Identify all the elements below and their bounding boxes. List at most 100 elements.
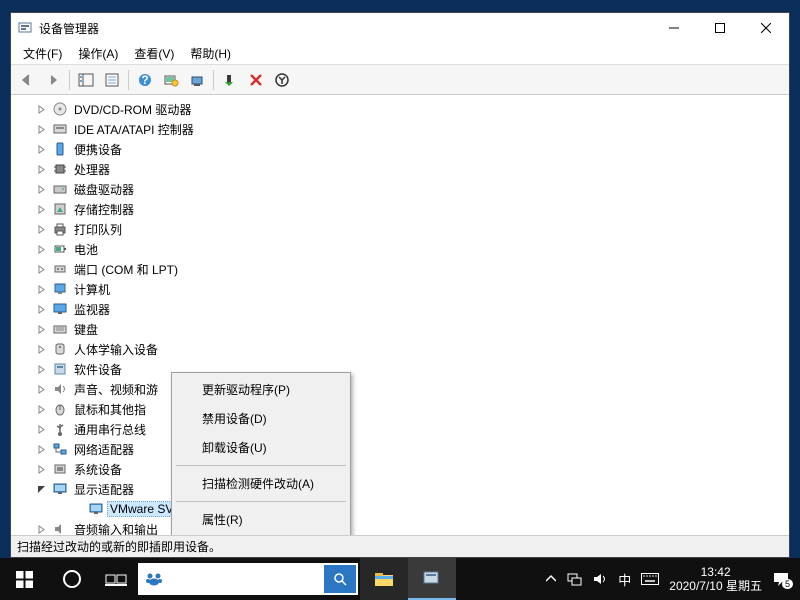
context-menu-item[interactable]: 扫描检测硬件改动(A) [174, 469, 348, 498]
statusbar: 扫描经过改动的或新的即插即用设备。 [11, 535, 789, 557]
expander-icon[interactable] [35, 463, 47, 475]
disable-device-button[interactable] [270, 68, 294, 92]
action-center-icon[interactable]: 5 [772, 570, 790, 588]
expander-icon[interactable] [35, 163, 47, 175]
node-label: 磁盘驱动器 [71, 180, 137, 199]
menu-view[interactable]: 查看(V) [126, 43, 182, 64]
tree-node[interactable]: 通用串行总线 [11, 419, 789, 439]
taskbar-explorer[interactable] [360, 558, 408, 600]
context-menu-item[interactable]: 更新驱动程序(P) [174, 375, 348, 404]
tree-node[interactable]: 网络适配器 [11, 439, 789, 459]
search-submit-button[interactable] [324, 565, 356, 593]
tree-node[interactable]: 音频输入和输出 [11, 519, 789, 535]
expander-icon[interactable] [35, 403, 47, 415]
expander-icon[interactable] [35, 263, 47, 275]
context-menu-separator [176, 465, 346, 466]
menu-file[interactable]: 文件(F) [15, 43, 70, 64]
search-box[interactable] [138, 563, 358, 595]
baidu-icon [138, 569, 170, 589]
node-label: 键盘 [71, 320, 101, 339]
expander-icon[interactable] [35, 283, 47, 295]
tray-overflow-icon[interactable] [546, 574, 556, 584]
expander-icon[interactable] [35, 523, 47, 535]
node-label: 打印队列 [71, 220, 125, 239]
expander-icon[interactable] [35, 243, 47, 255]
tree-node[interactable]: 键盘 [11, 319, 789, 339]
tree-node[interactable]: 软件设备 [11, 359, 789, 379]
node-label: 存储控制器 [71, 200, 137, 219]
cortana-button[interactable] [48, 558, 96, 600]
tray-keyboard-icon[interactable] [641, 573, 659, 585]
properties-button[interactable] [100, 68, 124, 92]
tree-node-child[interactable]: VMware SVGA 3D [11, 499, 789, 519]
tree-node[interactable]: 便携设备 [11, 139, 789, 159]
system-tray[interactable]: 中 13:42 2020/7/10 星期五 5 [546, 558, 800, 600]
scan-hardware-button[interactable] [159, 68, 183, 92]
tree-node[interactable]: 人体学输入设备 [11, 339, 789, 359]
node-label: 人体学输入设备 [71, 340, 161, 359]
device-category-icon [52, 441, 68, 457]
expander-icon[interactable] [35, 143, 47, 155]
tree-node[interactable]: 端口 (COM 和 LPT) [11, 259, 789, 279]
menu-action[interactable]: 操作(A) [70, 43, 126, 64]
expander-icon[interactable] [35, 363, 47, 375]
tree-node[interactable]: 处理器 [11, 159, 789, 179]
node-label: 电池 [71, 240, 101, 259]
node-label: DVD/CD-ROM 驱动器 [71, 100, 194, 119]
device-tree[interactable]: DVD/CD-ROM 驱动器IDE ATA/ATAPI 控制器便携设备处理器磁盘… [11, 95, 789, 535]
expander-icon[interactable] [35, 423, 47, 435]
tree-node[interactable]: 电池 [11, 239, 789, 259]
tree-node[interactable]: 计算机 [11, 279, 789, 299]
tree-node[interactable]: 系统设备 [11, 459, 789, 479]
tree-node[interactable]: 声音、视频和游 [11, 379, 789, 399]
task-view-button[interactable] [96, 558, 136, 600]
expander-icon[interactable] [35, 103, 47, 115]
taskbar-devicemanager[interactable] [408, 558, 456, 600]
tray-volume-icon[interactable] [592, 572, 608, 586]
tree-node[interactable]: 存储控制器 [11, 199, 789, 219]
tree-node[interactable]: 打印队列 [11, 219, 789, 239]
expander-icon[interactable] [35, 383, 47, 395]
tree-node[interactable]: 显示适配器 [11, 479, 789, 499]
device-category-icon [52, 481, 68, 497]
tray-network-icon[interactable] [566, 572, 582, 586]
node-label: 鼠标和其他指 [71, 400, 149, 419]
taskbar[interactable]: 中 13:42 2020/7/10 星期五 5 [0, 558, 800, 600]
taskbar-clock[interactable]: 13:42 2020/7/10 星期五 [669, 565, 762, 594]
enable-device-button[interactable] [218, 68, 242, 92]
help-button[interactable]: ? [133, 68, 157, 92]
expander-icon[interactable] [35, 443, 47, 455]
expander-icon[interactable] [35, 223, 47, 235]
expander-icon[interactable] [35, 183, 47, 195]
expander-icon[interactable] [35, 343, 47, 355]
tree-node[interactable]: IDE ATA/ATAPI 控制器 [11, 119, 789, 139]
expander-icon[interactable] [35, 123, 47, 135]
titlebar[interactable]: 设备管理器 [11, 13, 789, 43]
tree-node[interactable]: DVD/CD-ROM 驱动器 [11, 99, 789, 119]
device-category-icon [52, 361, 68, 377]
context-menu-item[interactable]: 卸载设备(U) [174, 433, 348, 462]
expander-icon[interactable] [35, 323, 47, 335]
device-category-icon [52, 461, 68, 477]
uninstall-button[interactable] [244, 68, 268, 92]
menu-help[interactable]: 帮助(H) [182, 43, 239, 64]
device-category-icon [52, 121, 68, 137]
expander-icon[interactable] [35, 303, 47, 315]
maximize-button[interactable] [697, 13, 743, 43]
context-menu-item[interactable]: 禁用设备(D) [174, 404, 348, 433]
device-category-icon [52, 421, 68, 437]
update-driver-button[interactable] [185, 68, 209, 92]
tree-node[interactable]: 鼠标和其他指 [11, 399, 789, 419]
nav-forward-button[interactable] [41, 68, 65, 92]
show-tree-button[interactable] [74, 68, 98, 92]
close-button[interactable] [743, 13, 789, 43]
nav-back-button[interactable] [15, 68, 39, 92]
tree-node[interactable]: 磁盘驱动器 [11, 179, 789, 199]
start-button[interactable] [0, 558, 48, 600]
context-menu-item[interactable]: 属性(R) [174, 505, 348, 534]
minimize-button[interactable] [651, 13, 697, 43]
tree-node[interactable]: 监视器 [11, 299, 789, 319]
expander-icon[interactable] [35, 483, 47, 495]
tray-ime[interactable]: 中 [618, 570, 631, 589]
expander-icon[interactable] [35, 203, 47, 215]
